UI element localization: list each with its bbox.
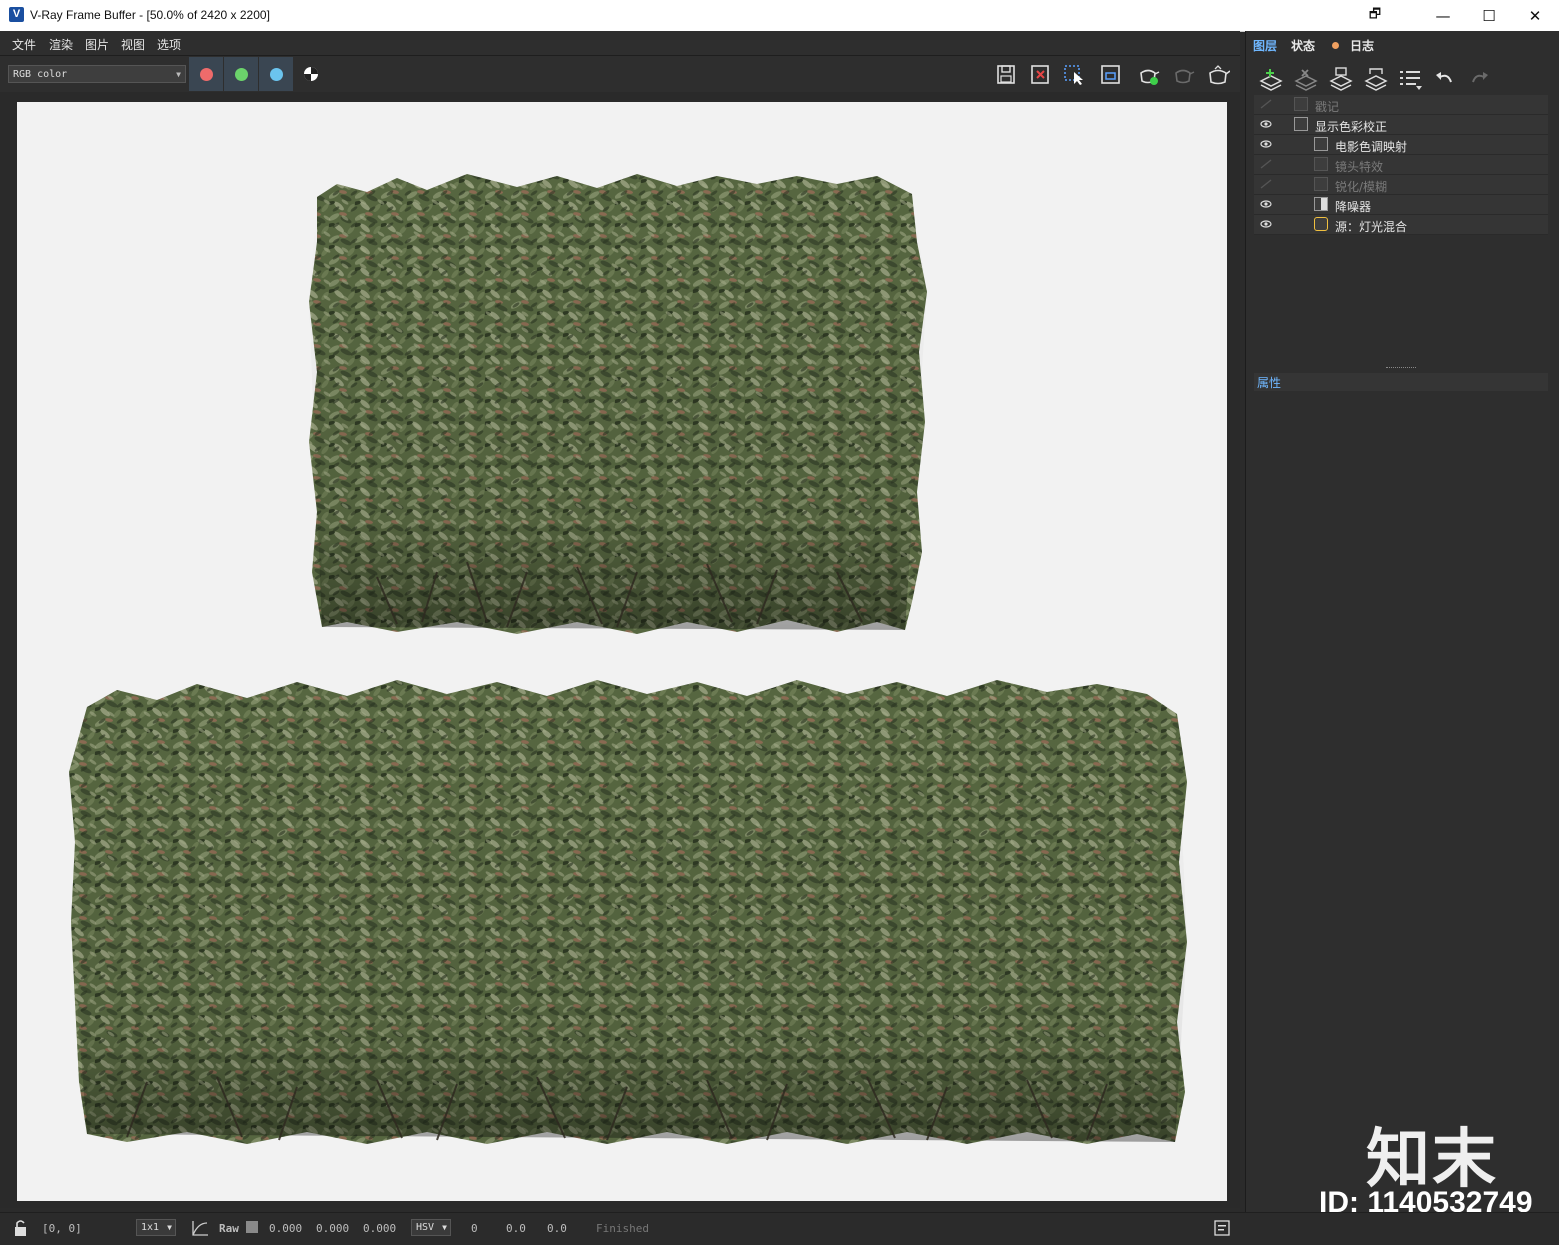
layer-row-denoiser[interactable]: 降噪器 <box>1254 195 1548 215</box>
chevron-down-icon: ▼ <box>176 70 181 79</box>
layer-name: 锐化/模糊 <box>1335 180 1388 194</box>
chevron-down-icon: ▼ <box>442 1223 447 1232</box>
upper-hedge <box>309 174 927 634</box>
menu-view[interactable]: 视图 <box>121 36 145 53</box>
layer-name: 镜头特效 <box>1335 160 1384 174</box>
hedge-render <box>69 174 1187 1144</box>
properties-label: 属性 <box>1257 376 1282 390</box>
raw-b-value: 0.000 <box>363 1222 397 1235</box>
undo-icon[interactable] <box>1434 69 1456 89</box>
red-dot-icon <box>199 67 213 81</box>
save-image-icon[interactable] <box>995 64 1019 86</box>
stamp-layer-icon <box>1294 97 1308 111</box>
layer-row-lightmix[interactable]: 源：灯光混合 <box>1254 215 1548 235</box>
raw-g-value: 0.000 <box>316 1222 350 1235</box>
sharpen-layer-icon <box>1314 177 1328 191</box>
hsv-h-value: 0 <box>471 1222 478 1235</box>
menu-options[interactable]: 选项 <box>157 36 181 53</box>
curve-icon[interactable] <box>190 1219 210 1237</box>
sample-size-value: 1x1 <box>141 1222 160 1233</box>
load-layers-icon[interactable] <box>1363 67 1389 91</box>
layer-name: 显示色彩校正 <box>1315 120 1388 134</box>
blue-dot-icon <box>269 67 283 81</box>
splitter-handle[interactable] <box>1386 367 1416 370</box>
raw-label: Raw <box>219 1222 239 1235</box>
chevron-down-icon: ▼ <box>167 1223 172 1232</box>
log-alert-icon <box>1332 42 1339 49</box>
color-mode-value: HSV <box>416 1222 435 1233</box>
pixel-coords: [0, 0] <box>42 1222 82 1235</box>
stop-render-icon[interactable] <box>1206 64 1230 86</box>
layer-row-stamp[interactable]: 戳记 <box>1254 95 1548 115</box>
curve-layer-icon <box>1294 117 1308 131</box>
layer-row-filmic[interactable]: 电影色调映射 <box>1254 135 1548 155</box>
tab-layers[interactable]: 图层 <box>1253 37 1277 54</box>
menu-render[interactable]: 渲染 <box>49 36 73 53</box>
layer-name: 降噪器 <box>1335 200 1372 214</box>
region-render-icon[interactable] <box>1099 64 1123 86</box>
restore-mini-icon[interactable]: 🗗 <box>1352 0 1398 31</box>
window-title: V-Ray Frame Buffer - [50.0% of 2420 x 22… <box>30 8 270 22</box>
layers-panel: 图层 状态 日志 戳记 显示色彩校正 电影色调映射 镜头特效 锐化/模糊 降噪器… <box>1245 31 1559 1219</box>
eye-hidden-icon[interactable] <box>1260 159 1272 169</box>
menu-image[interactable]: 图片 <box>85 36 109 53</box>
green-dot-icon <box>234 67 248 81</box>
layer-list-icon[interactable] <box>1398 67 1424 91</box>
sample-size-select[interactable]: 1x1 ▼ <box>136 1219 176 1236</box>
toggle-panel-icon[interactable] <box>1214 1220 1230 1236</box>
clear-image-icon[interactable] <box>1029 64 1053 86</box>
alpha-channel-icon[interactable] <box>299 64 323 86</box>
lower-hedge <box>69 680 1187 1144</box>
channel-select[interactable]: RGB color ▼ <box>8 65 186 83</box>
blue-channel-button[interactable] <box>259 57 293 91</box>
layer-row-display-cc[interactable]: 显示色彩校正 <box>1254 115 1548 135</box>
status-bar: [0, 0] 1x1 ▼ Raw 0.000 0.000 0.000 HSV ▼… <box>0 1212 1559 1245</box>
close-button[interactable]: ✕ <box>1512 0 1558 31</box>
eye-icon[interactable] <box>1260 119 1272 129</box>
toolbar: RGB color ▼ <box>0 56 1240 92</box>
denoiser-layer-icon <box>1314 197 1328 211</box>
properties-header: 属性 <box>1254 373 1548 391</box>
hsv-v-value: 0.0 <box>547 1222 567 1235</box>
color-swatch <box>246 1221 258 1233</box>
lightbulb-icon <box>1314 217 1328 231</box>
lock-icon[interactable] <box>13 1219 29 1237</box>
maximize-button[interactable]: ☐ <box>1466 0 1512 31</box>
lens-layer-icon <box>1314 157 1328 171</box>
render-viewport[interactable] <box>0 92 1240 1208</box>
green-channel-button[interactable] <box>224 57 258 91</box>
rendered-image <box>17 102 1227 1201</box>
tab-stats[interactable]: 状态 <box>1291 37 1315 54</box>
hsv-s-value: 0.0 <box>506 1222 526 1235</box>
render-teapot-icon[interactable] <box>1136 64 1160 86</box>
filmic-layer-icon <box>1314 137 1328 151</box>
layer-row-sharpen[interactable]: 锐化/模糊 <box>1254 175 1548 195</box>
tab-log[interactable]: 日志 <box>1350 37 1374 54</box>
layer-name: 电影色调映射 <box>1335 140 1408 154</box>
track-mouse-icon[interactable] <box>1063 64 1087 86</box>
layer-row-lens[interactable]: 镜头特效 <box>1254 155 1548 175</box>
raw-r-value: 0.000 <box>269 1222 303 1235</box>
minimize-button[interactable]: — <box>1420 0 1466 31</box>
render-status: Finished <box>596 1222 649 1235</box>
save-layers-icon[interactable] <box>1328 67 1354 91</box>
layer-name: 戳记 <box>1315 100 1340 114</box>
red-channel-button[interactable] <box>189 57 223 91</box>
add-layer-icon[interactable] <box>1258 67 1284 91</box>
menu-file[interactable]: 文件 <box>12 36 36 53</box>
eye-icon[interactable] <box>1260 219 1272 229</box>
remove-layer-icon[interactable] <box>1293 67 1319 91</box>
eye-hidden-icon[interactable] <box>1260 99 1272 109</box>
eye-icon[interactable] <box>1260 199 1272 209</box>
redo-icon[interactable] <box>1468 69 1490 89</box>
layer-name: 源：灯光混合 <box>1335 220 1408 234</box>
menu-bar: 文件 渲染 图片 视图 选项 <box>0 31 1240 56</box>
channel-select-value: RGB color <box>13 69 68 80</box>
color-mode-select[interactable]: HSV ▼ <box>411 1219 451 1236</box>
vray-logo-icon: V <box>9 7 24 22</box>
title-bar: V V-Ray Frame Buffer - [50.0% of 2420 x … <box>0 0 1559 32</box>
interactive-render-icon[interactable] <box>1171 64 1195 86</box>
eye-icon[interactable] <box>1260 139 1272 149</box>
eye-hidden-icon[interactable] <box>1260 179 1272 189</box>
